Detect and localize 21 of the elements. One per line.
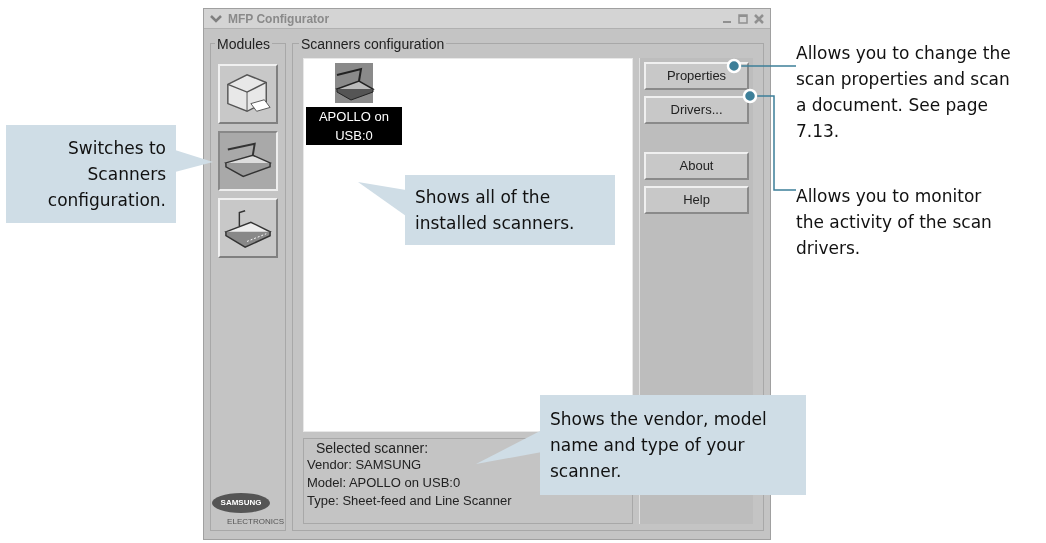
scanner-item[interactable]: APOLLO on USB:0 [306, 107, 402, 145]
module-button[interactable] [218, 131, 278, 191]
maximize-icon[interactable] [738, 13, 748, 24]
callout-text: Shows all of the installed scanners. [415, 186, 576, 235]
brand-subtitle: ELECTRONICS [227, 516, 284, 528]
close-icon[interactable] [754, 13, 764, 24]
callout-text: Allows you to monitor the activity of the scan drivers. [796, 185, 993, 260]
dialog-button[interactable]: Properties [644, 62, 749, 90]
dialog-button[interactable]: About [644, 152, 749, 180]
brand-name: SAMSUNG [220, 497, 262, 509]
dialog-button[interactable]: Drivers... [644, 96, 749, 124]
callout-text: Allows you to change the scan properties and scan a document. See page 7.13. [796, 42, 1012, 143]
dialog-button[interactable]: Help [644, 186, 749, 214]
chevron-down-icon[interactable] [210, 14, 222, 23]
info-text: Type: Sheet-feed and Line Scanner [307, 493, 512, 509]
info-text: Vendor: SAMSUNG [307, 457, 422, 473]
leader-line [726, 58, 797, 74]
window-title: MFP Configurator [228, 10, 330, 28]
callout-text: Shows the vendor, model name and type of your scanner. [550, 408, 768, 483]
callout-text: Switches to Scanners configuration. [46, 137, 166, 212]
info-text: Model: APOLLO on USB:0 [307, 475, 461, 491]
